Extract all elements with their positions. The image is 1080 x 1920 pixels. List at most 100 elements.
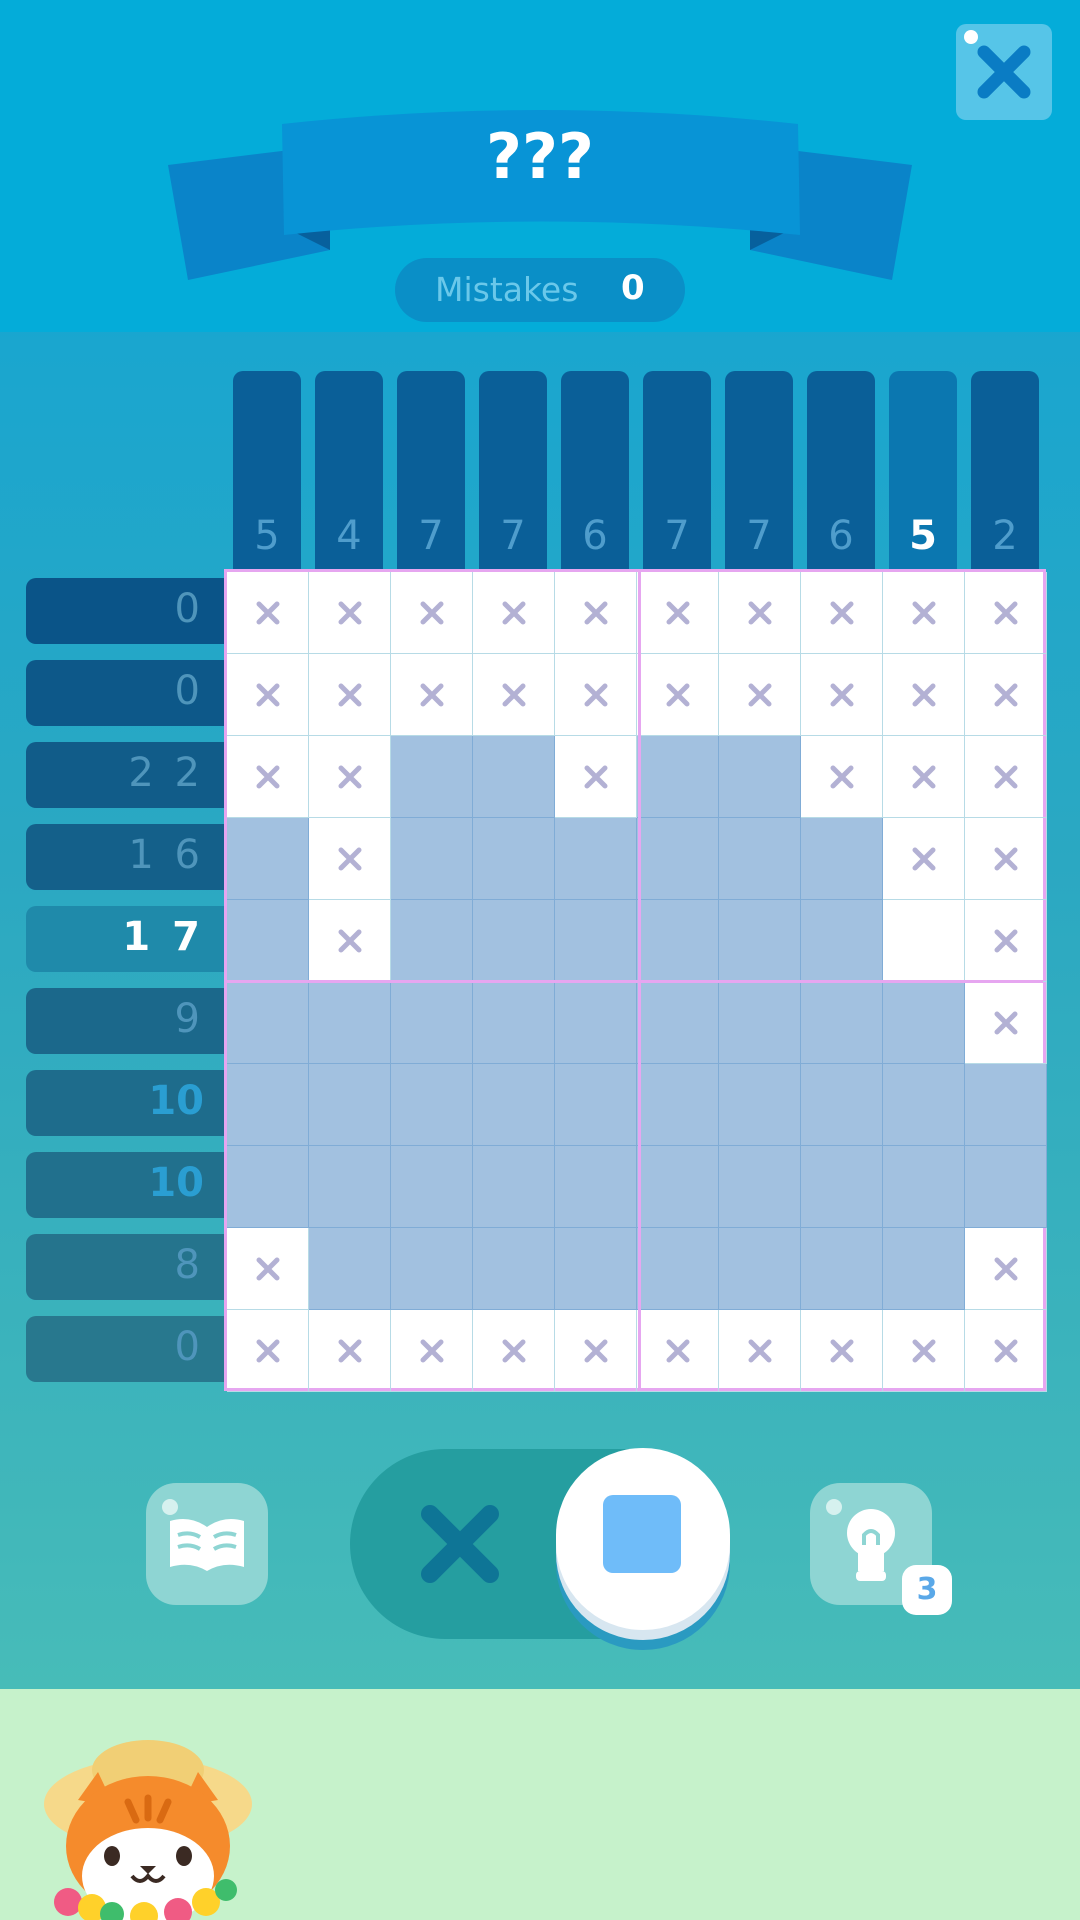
grid-cell-crossed[interactable] xyxy=(801,736,883,818)
grid-cell-filled[interactable] xyxy=(391,818,473,900)
grid-cell-filled[interactable] xyxy=(637,736,719,818)
grid-cell-filled[interactable] xyxy=(473,818,555,900)
grid-cell-crossed[interactable] xyxy=(883,654,965,736)
grid-cell-crossed[interactable] xyxy=(637,654,719,736)
grid-cell-filled[interactable] xyxy=(965,1146,1047,1228)
grid-cell-filled[interactable] xyxy=(719,900,801,982)
grid-cell-filled[interactable] xyxy=(227,818,309,900)
grid-cell-filled[interactable] xyxy=(227,900,309,982)
grid-cell-filled[interactable] xyxy=(883,1228,965,1310)
grid-cell-crossed[interactable] xyxy=(719,1310,801,1392)
grid-cell-filled[interactable] xyxy=(391,1228,473,1310)
grid-cell-filled[interactable] xyxy=(719,818,801,900)
grid-cell-filled[interactable] xyxy=(309,982,391,1064)
close-button[interactable] xyxy=(956,24,1052,120)
grid-cell-filled[interactable] xyxy=(801,982,883,1064)
grid-cell-crossed[interactable] xyxy=(309,572,391,654)
grid-cell-crossed[interactable] xyxy=(965,572,1047,654)
grid-cell-crossed[interactable] xyxy=(637,1310,719,1392)
grid-cell-filled[interactable] xyxy=(555,1146,637,1228)
grid-cell-filled[interactable] xyxy=(637,818,719,900)
grid-cell-crossed[interactable] xyxy=(391,1310,473,1392)
grid-cell-crossed[interactable] xyxy=(555,572,637,654)
fill-mode-button[interactable] xyxy=(556,1448,730,1630)
grid-cell-filled[interactable] xyxy=(391,900,473,982)
grid-cell-filled[interactable] xyxy=(801,1064,883,1146)
grid-cell-crossed[interactable] xyxy=(309,900,391,982)
grid-cell-filled[interactable] xyxy=(801,1228,883,1310)
grid-cell-crossed[interactable] xyxy=(883,736,965,818)
grid-cell-filled[interactable] xyxy=(555,1064,637,1146)
grid-cell-filled[interactable] xyxy=(391,982,473,1064)
grid-cell-filled[interactable] xyxy=(309,1228,391,1310)
grid-cell-empty[interactable] xyxy=(883,900,965,982)
grid-cell-crossed[interactable] xyxy=(965,818,1047,900)
grid-cell-filled[interactable] xyxy=(473,1146,555,1228)
grid-cell-filled[interactable] xyxy=(637,1064,719,1146)
grid-cell-crossed[interactable] xyxy=(965,982,1047,1064)
grid-cell-crossed[interactable] xyxy=(801,1310,883,1392)
grid-cell-filled[interactable] xyxy=(227,1064,309,1146)
grid-cell-filled[interactable] xyxy=(719,982,801,1064)
grid-cell-filled[interactable] xyxy=(555,982,637,1064)
x-mark-icon[interactable] xyxy=(418,1502,502,1586)
grid-cell-crossed[interactable] xyxy=(719,654,801,736)
grid-cell-filled[interactable] xyxy=(555,818,637,900)
grid-cell-filled[interactable] xyxy=(473,1064,555,1146)
grid-cell-filled[interactable] xyxy=(391,736,473,818)
grid-cell-crossed[interactable] xyxy=(391,654,473,736)
grid-cell-filled[interactable] xyxy=(719,1146,801,1228)
grid-cell-crossed[interactable] xyxy=(965,900,1047,982)
grid-cell-filled[interactable] xyxy=(227,1146,309,1228)
grid-cell-crossed[interactable] xyxy=(965,1310,1047,1392)
grid-cell-filled[interactable] xyxy=(391,1146,473,1228)
grid-cell-filled[interactable] xyxy=(391,1064,473,1146)
grid-cell-crossed[interactable] xyxy=(555,654,637,736)
grid-cell-filled[interactable] xyxy=(637,1228,719,1310)
grid-cell-crossed[interactable] xyxy=(883,1310,965,1392)
grid-cell-crossed[interactable] xyxy=(473,572,555,654)
grid-cell-crossed[interactable] xyxy=(227,1228,309,1310)
grid-cell-filled[interactable] xyxy=(801,818,883,900)
grid-cell-filled[interactable] xyxy=(309,1146,391,1228)
grid-cell-filled[interactable] xyxy=(883,982,965,1064)
grid-cell-filled[interactable] xyxy=(637,900,719,982)
grid-cell-crossed[interactable] xyxy=(965,1228,1047,1310)
grid-cell-crossed[interactable] xyxy=(883,572,965,654)
grid-cell-filled[interactable] xyxy=(637,982,719,1064)
grid-cell-crossed[interactable] xyxy=(965,736,1047,818)
grid-cell-filled[interactable] xyxy=(227,982,309,1064)
grid-cell-crossed[interactable] xyxy=(555,736,637,818)
grid-cell-crossed[interactable] xyxy=(473,654,555,736)
grid-cell-filled[interactable] xyxy=(555,900,637,982)
grid-cell-crossed[interactable] xyxy=(801,572,883,654)
grid-cell-filled[interactable] xyxy=(473,982,555,1064)
grid-cell-crossed[interactable] xyxy=(309,736,391,818)
grid-cell-filled[interactable] xyxy=(719,736,801,818)
grid-cell-crossed[interactable] xyxy=(227,572,309,654)
grid-cell-filled[interactable] xyxy=(801,1146,883,1228)
grid-cell-crossed[interactable] xyxy=(965,654,1047,736)
grid-cell-filled[interactable] xyxy=(637,1146,719,1228)
grid-cell-filled[interactable] xyxy=(883,1146,965,1228)
grid-cell-filled[interactable] xyxy=(309,1064,391,1146)
grid-cell-crossed[interactable] xyxy=(637,572,719,654)
grid-cell-crossed[interactable] xyxy=(227,654,309,736)
grid-cell-filled[interactable] xyxy=(883,1064,965,1146)
grid-cell-filled[interactable] xyxy=(801,900,883,982)
grid-cell-crossed[interactable] xyxy=(719,572,801,654)
grid-cell-crossed[interactable] xyxy=(309,654,391,736)
grid-cell-crossed[interactable] xyxy=(309,818,391,900)
grid-cell-crossed[interactable] xyxy=(227,736,309,818)
grid-cell-filled[interactable] xyxy=(965,1064,1047,1146)
grid-cell-crossed[interactable] xyxy=(883,818,965,900)
grid-cell-crossed[interactable] xyxy=(391,572,473,654)
grid-cell-filled[interactable] xyxy=(473,900,555,982)
grid-cell-crossed[interactable] xyxy=(227,1310,309,1392)
grid-cell-crossed[interactable] xyxy=(555,1310,637,1392)
grid-cell-filled[interactable] xyxy=(473,736,555,818)
grid-cell-crossed[interactable] xyxy=(309,1310,391,1392)
grid-cell-filled[interactable] xyxy=(473,1228,555,1310)
guide-button[interactable] xyxy=(146,1483,268,1605)
grid-cell-filled[interactable] xyxy=(719,1228,801,1310)
